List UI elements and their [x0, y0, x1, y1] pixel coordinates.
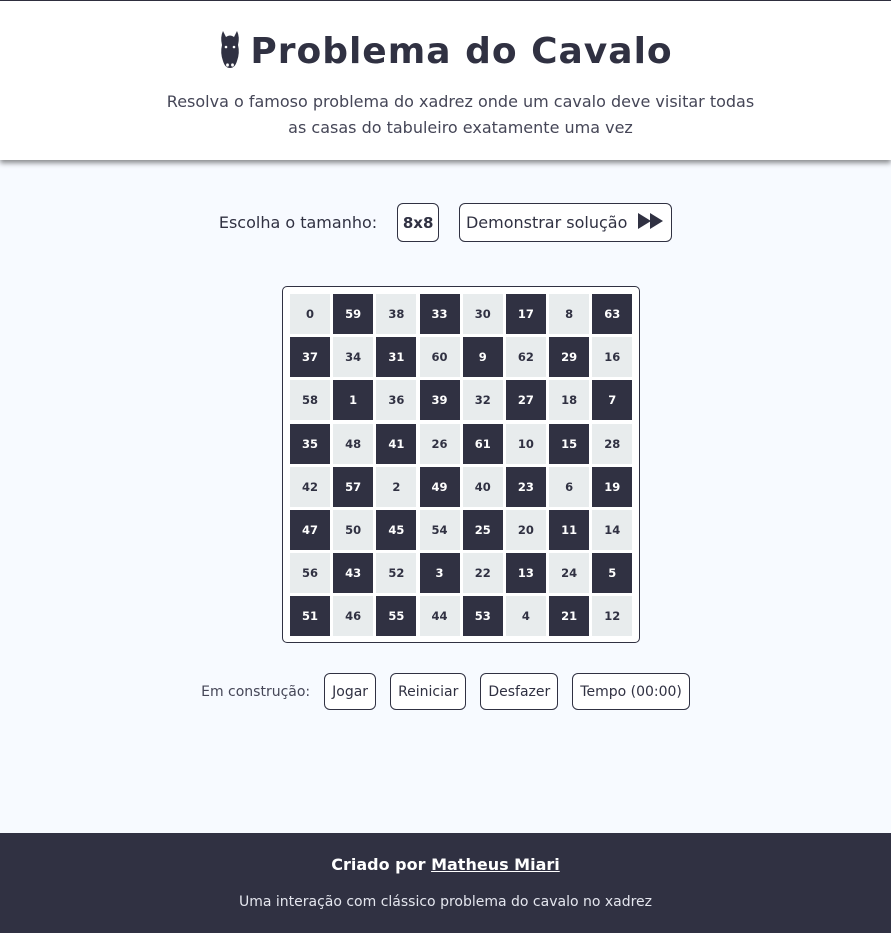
board-cell[interactable]: 40 — [462, 466, 503, 507]
under-construction-label: Em construção: — [201, 683, 311, 700]
board-cell[interactable]: 55 — [376, 596, 417, 637]
timer-button[interactable]: Tempo (00:00) — [572, 673, 690, 710]
board-cell[interactable]: 17 — [505, 294, 546, 334]
play-button[interactable]: Jogar — [324, 673, 377, 710]
board-cell[interactable]: 37 — [290, 337, 330, 378]
board-cell[interactable]: 26 — [419, 423, 460, 464]
board-cell[interactable]: 28 — [592, 423, 633, 464]
board-cell[interactable]: 61 — [462, 423, 503, 464]
board-cell[interactable]: 60 — [419, 337, 460, 378]
restart-button[interactable]: Reiniciar — [390, 673, 467, 710]
board-cell[interactable]: 59 — [333, 294, 374, 334]
board-cell[interactable]: 4 — [505, 596, 546, 637]
footer-description: Uma interação com clássico problema do c… — [238, 894, 653, 910]
author-link[interactable]: Matheus Miari — [431, 855, 560, 874]
board-cell[interactable]: 47 — [290, 509, 330, 550]
board-cell[interactable]: 1 — [333, 380, 374, 421]
board-cell[interactable]: 44 — [419, 596, 460, 637]
chess-board: 0 59 38 33 30 17 8 63 37 34 31 60 9 62 29 16 58 1 36 39 32 27… — [282, 286, 640, 643]
board-cell[interactable]: 10 — [505, 423, 546, 464]
board-cell[interactable]: 35 — [290, 423, 330, 464]
board-cell[interactable]: 9 — [462, 337, 503, 378]
title-row: Problema do Cavalo — [0, 27, 891, 75]
board-cell[interactable]: 56 — [290, 553, 330, 594]
board-cell[interactable]: 36 — [376, 380, 417, 421]
board-cell[interactable]: 2 — [376, 466, 417, 507]
board-cell[interactable]: 16 — [592, 337, 633, 378]
board-cell[interactable]: 0 — [290, 294, 330, 334]
board-cell[interactable]: 53 — [462, 596, 503, 637]
board-cell[interactable]: 8 — [549, 294, 590, 334]
board-cell[interactable]: 24 — [549, 553, 590, 594]
board-cell[interactable]: 33 — [419, 294, 460, 334]
board-cell[interactable]: 27 — [505, 380, 546, 421]
undo-button[interactable]: Desfazer — [480, 673, 559, 710]
board-cell[interactable]: 22 — [462, 553, 503, 594]
credit-prefix: Criado por — [331, 855, 426, 874]
board-cell[interactable]: 7 — [592, 380, 633, 421]
board-cell[interactable]: 3 — [419, 553, 460, 594]
board-cell[interactable]: 29 — [549, 337, 590, 378]
demonstrate-solution-label: Demonstrar solução — [465, 213, 628, 232]
credit-line: Criado por Matheus Miari — [0, 855, 891, 874]
board-cell[interactable]: 51 — [290, 596, 330, 637]
board-cell[interactable]: 54 — [419, 509, 460, 550]
board-cell[interactable]: 42 — [290, 466, 330, 507]
board-cell[interactable]: 62 — [505, 337, 546, 378]
board-cell[interactable]: 46 — [333, 596, 374, 637]
page-subtitle: Resolva o famoso problema do xadrez onde… — [166, 92, 755, 137]
size-label: Escolha o tamanho: — [218, 213, 378, 232]
board-cell[interactable]: 50 — [333, 509, 374, 550]
board-cell[interactable]: 14 — [592, 509, 633, 550]
board-cell[interactable]: 5 — [592, 553, 633, 594]
controls-row: Em construção: Jogar Reiniciar Desfazer … — [0, 673, 891, 710]
page-title: Problema do Cavalo — [250, 30, 673, 72]
board-cell[interactable]: 38 — [376, 294, 417, 334]
fast-forward-icon — [637, 212, 665, 234]
board-cell[interactable]: 25 — [462, 509, 503, 550]
board-cell[interactable]: 57 — [333, 466, 374, 507]
board-cell[interactable]: 6 — [549, 466, 590, 507]
board-cell[interactable]: 30 — [462, 294, 503, 334]
board-cell[interactable]: 48 — [333, 423, 374, 464]
board-cell[interactable]: 31 — [376, 337, 417, 378]
board-cell[interactable]: 58 — [290, 380, 330, 421]
size-selector-row: Escolha o tamanho: 8x8 Demonstrar soluçã… — [0, 203, 891, 242]
board-cell[interactable]: 32 — [462, 380, 503, 421]
board-grid: 0 59 38 33 30 17 8 63 37 34 31 60 9 62 29 16 58 1 36 39 32 27… — [290, 294, 633, 637]
board-cell[interactable]: 21 — [549, 596, 590, 637]
board-cell[interactable]: 19 — [592, 466, 633, 507]
board-cell[interactable]: 43 — [333, 553, 374, 594]
board-cell[interactable]: 23 — [505, 466, 546, 507]
board-cell[interactable]: 13 — [505, 553, 546, 594]
board-size-select[interactable]: 8x8 — [397, 203, 440, 242]
board-cell[interactable]: 12 — [592, 596, 633, 637]
page-footer: Criado por Matheus Miari Uma interação c… — [0, 833, 891, 933]
board-cell[interactable]: 45 — [376, 509, 417, 550]
board-cell[interactable]: 15 — [549, 423, 590, 464]
board-cell[interactable]: 41 — [376, 423, 417, 464]
board-cell[interactable]: 63 — [592, 294, 633, 334]
board-cell[interactable]: 11 — [549, 509, 590, 550]
board-cell[interactable]: 49 — [419, 466, 460, 507]
board-cell[interactable]: 52 — [376, 553, 417, 594]
demonstrate-solution-button[interactable]: Demonstrar solução — [459, 203, 673, 242]
board-cell[interactable]: 34 — [333, 337, 374, 378]
page-header: Problema do Cavalo Resolva o famoso prob… — [0, 1, 891, 160]
board-cell[interactable]: 20 — [505, 509, 546, 550]
board-cell[interactable]: 39 — [419, 380, 460, 421]
knight-icon — [218, 29, 242, 73]
board-cell[interactable]: 18 — [549, 380, 590, 421]
